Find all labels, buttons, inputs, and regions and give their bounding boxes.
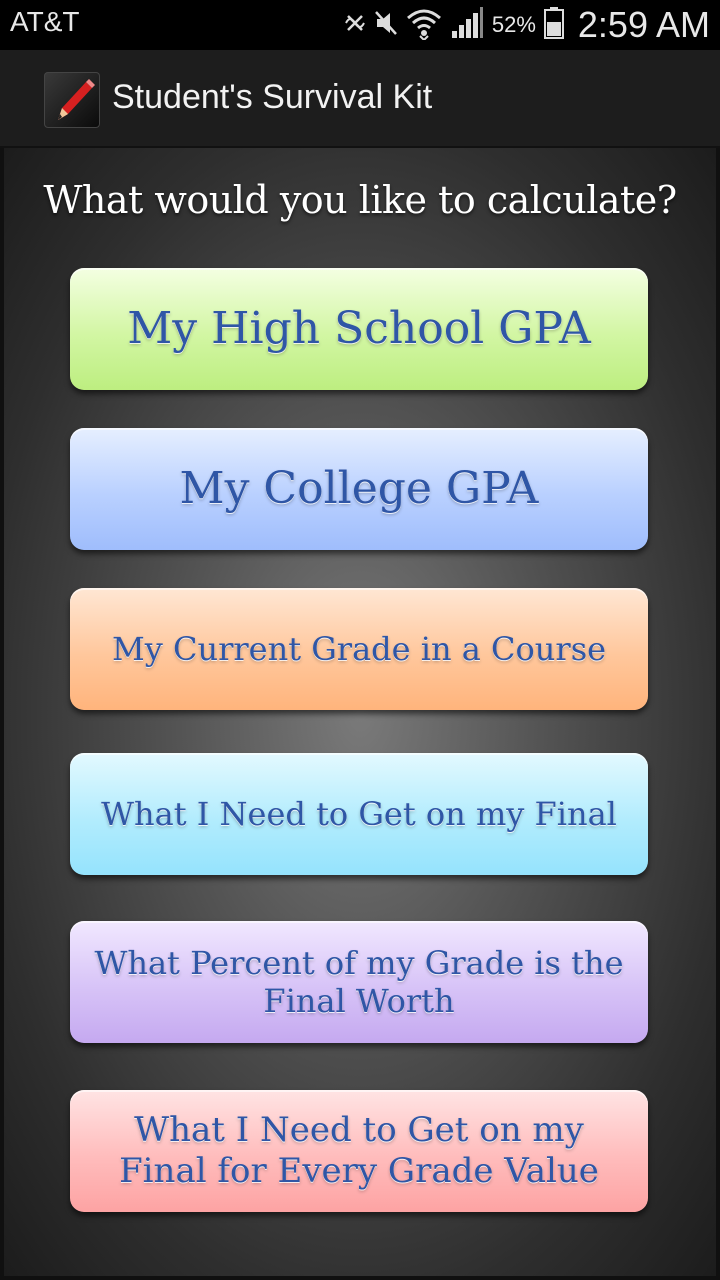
nfc-icon (344, 12, 366, 39)
need-on-final-button[interactable]: What I Need to Get on my Final (70, 753, 648, 875)
status-icons: 52% 2:59 AM (344, 0, 710, 50)
main-content: What would you like to calculate? My Hig… (4, 148, 716, 1276)
mute-icon (374, 10, 398, 41)
current-grade-button[interactable]: My Current Grade in a Course (70, 588, 648, 710)
status-bar: AT&T 52% 2:59 AM (0, 0, 720, 50)
clock: 2:59 AM (577, 4, 710, 45)
final-worth-percent-button[interactable]: What Percent of my Grade is the Final Wo… (70, 921, 648, 1043)
battery-icon (543, 6, 564, 44)
signal-icon (450, 6, 484, 44)
high-school-gpa-button[interactable]: My High School GPA (70, 268, 648, 390)
page-title: What would you like to calculate? (43, 178, 677, 222)
app-title: Student's Survival Kit (112, 78, 433, 116)
carrier-label: AT&T (10, 6, 80, 37)
action-bar: Student's Survival Kit (0, 50, 720, 148)
wifi-icon (406, 6, 442, 45)
final-every-grade-button[interactable]: What I Need to Get on my Final for Every… (70, 1090, 648, 1212)
battery-percent: 52% (491, 12, 536, 37)
college-gpa-button[interactable]: My College GPA (70, 428, 648, 550)
pencil-icon[interactable] (44, 72, 100, 128)
